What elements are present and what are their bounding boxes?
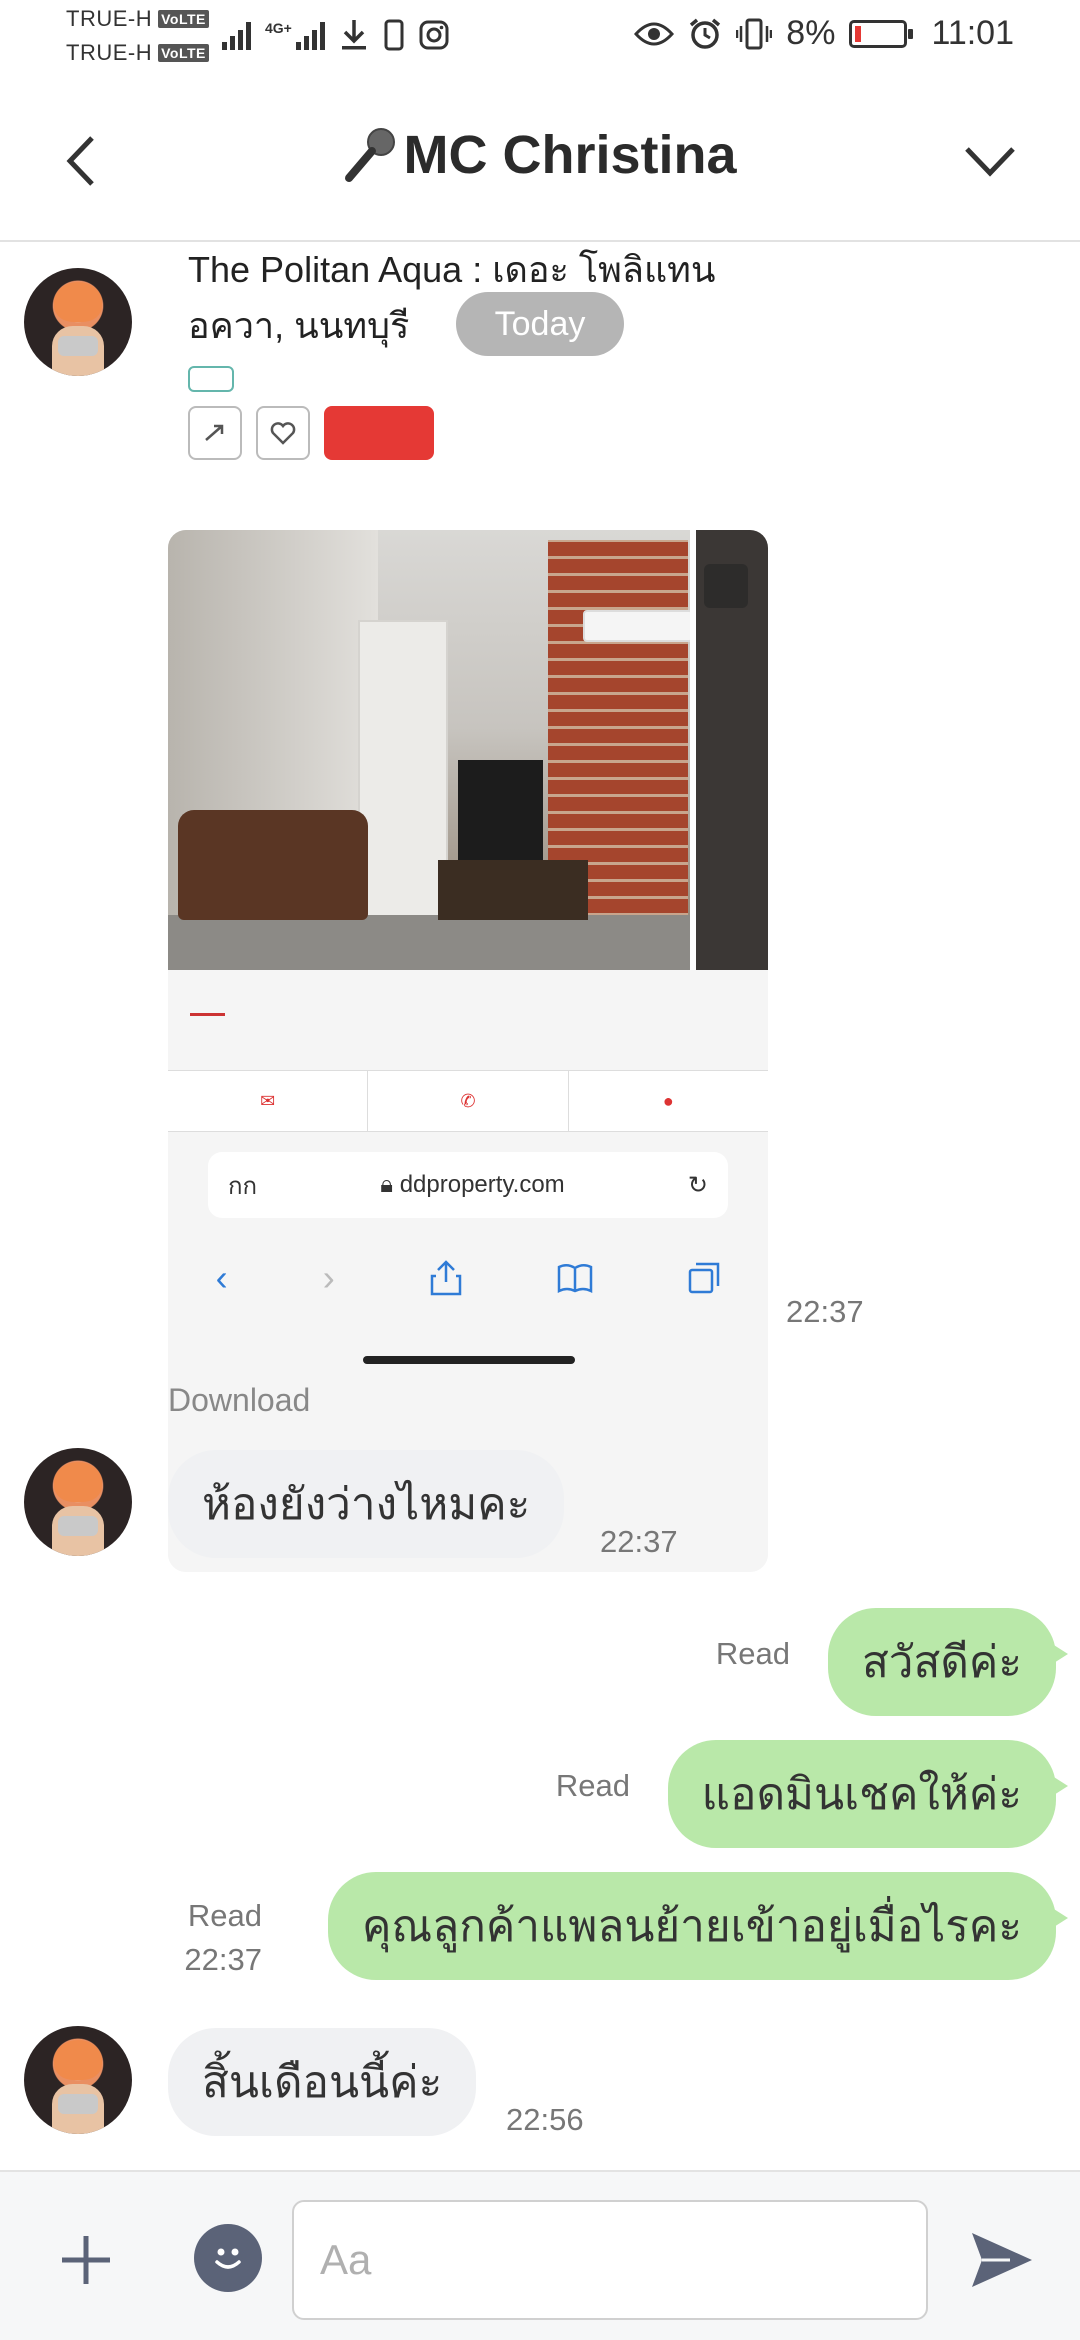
instagram-icon — [419, 20, 449, 50]
date-divider: Today — [456, 292, 624, 356]
room-photo — [168, 530, 768, 970]
send-icon — [972, 2233, 1032, 2287]
share-icon — [188, 406, 242, 460]
message-bubble-outgoing[interactable]: คุณลูกค้าแพลนย้ายเข้าอยู่เมื่อไรคะ — [328, 1872, 1068, 1980]
message-time: 22:37 — [786, 1294, 864, 1329]
message-bubble-outgoing[interactable]: สวัสดีค่ะ — [827, 1608, 1069, 1716]
message-input-bar — [0, 2170, 1080, 2340]
listing-title-line-1: The Politan Aqua : เดอะ โพลิแทน — [188, 249, 716, 290]
browser-url: 🔒︎ ddproperty.com — [380, 1171, 564, 1199]
avatar[interactable] — [24, 1448, 132, 1556]
bookmarks-icon — [557, 1264, 593, 1293]
header-menu-button[interactable] — [950, 116, 1030, 206]
smiley-icon — [215, 2248, 241, 2269]
message-bubble-incoming[interactable]: ห้องยังว่างไหมคะ — [168, 1450, 565, 1558]
status-icons-right: 8% 11:01 — [634, 14, 1014, 53]
chat-title[interactable]: MC Christina — [0, 124, 1080, 186]
home-indicator — [363, 1356, 575, 1364]
browser-back-icon: ‹ — [215, 1257, 228, 1298]
url-prefix: กก — [228, 1172, 258, 1200]
status-bar: TRUE-H VoLTE TRUE-H VoLTE 4G+ 8% 11:01 — [0, 0, 1080, 80]
read-receipt: Read — [715, 1636, 790, 1671]
shared-listing-header[interactable]: The Politan Aqua : เดอะ โพลิแทน อควา, นน… — [168, 242, 768, 512]
chat-title-text: MC Christina — [403, 125, 737, 185]
url-text: ddproperty.com — [399, 1171, 565, 1198]
message-time: 22:37 — [184, 1942, 262, 1977]
read-label: Read — [187, 1898, 262, 1933]
listing-tabs — [168, 970, 768, 1026]
clock: 11:01 — [931, 14, 1014, 52]
read-receipt-with-time: Read 22:37 — [184, 1894, 262, 1982]
chevron-down-icon — [965, 147, 1015, 177]
vibrate-icon — [736, 18, 773, 49]
browser-url-bar: กก 🔒︎ ddproperty.com ↻ — [208, 1152, 728, 1218]
add-attachment-button[interactable] — [46, 2220, 126, 2300]
reload-icon: ↻ — [687, 1171, 708, 1199]
message-time: 22:56 — [506, 2102, 584, 2137]
message-bubble-incoming[interactable]: สิ้นเดือนนี้ค่ะ — [168, 2028, 477, 2136]
battery-icon — [849, 19, 914, 48]
heart-icon — [256, 406, 310, 460]
alarm-icon — [690, 18, 721, 49]
message-time: 22:37 — [600, 1524, 678, 1559]
signal-icon — [222, 20, 251, 50]
plus-icon — [62, 2236, 110, 2284]
download-icon — [341, 20, 366, 50]
microphone-icon — [345, 128, 396, 182]
contact-actions-row: ✉ ✆ ● — [168, 1070, 768, 1132]
share-sheet-icon — [430, 1260, 462, 1296]
email-icon: ✉ — [168, 1071, 369, 1131]
network-type-icon: 4G+ — [265, 20, 325, 50]
volte-badge: VoLTE — [158, 10, 209, 28]
line-icon: ● — [662, 1090, 674, 1111]
eye-icon — [634, 22, 675, 45]
emoji-button[interactable] — [194, 2224, 262, 2292]
avatar[interactable] — [24, 268, 132, 376]
message-bubble-outgoing[interactable]: แอดมินเชคให้ค่ะ — [667, 1740, 1069, 1848]
download-link[interactable]: Download — [168, 1382, 310, 1419]
volte-badge: VoLTE — [158, 44, 209, 62]
battery-percent: 8% — [786, 14, 836, 52]
carrier-label-1: TRUE-H VoLTE — [66, 6, 209, 32]
carrier-name: TRUE-H — [66, 40, 153, 65]
avatar[interactable] — [24, 2026, 132, 2134]
browser-nav-bar: ‹ › — [168, 1238, 768, 1318]
listing-red-button — [324, 406, 434, 460]
phone-icon: ✆ — [368, 1071, 569, 1131]
listing-tag — [188, 366, 235, 392]
expand-icon — [704, 564, 748, 608]
browser-forward-icon: › — [322, 1257, 335, 1298]
message-input[interactable] — [292, 2200, 928, 2320]
read-receipt: Read — [555, 1768, 630, 1803]
chat-header: MC Christina — [0, 80, 1080, 242]
lock-icon: 🔒︎ — [380, 1171, 400, 1198]
status-icons-left: 4G+ — [222, 18, 449, 52]
chat-messages[interactable]: The Politan Aqua : เดอะ โพลิแทน อควา, นน… — [0, 242, 1080, 2170]
tabs-icon — [689, 1262, 720, 1294]
carrier-name: TRUE-H — [66, 6, 153, 31]
send-button[interactable] — [960, 2218, 1044, 2302]
phone-device-icon — [384, 19, 404, 51]
carrier-label-2: TRUE-H VoLTE — [66, 40, 209, 66]
